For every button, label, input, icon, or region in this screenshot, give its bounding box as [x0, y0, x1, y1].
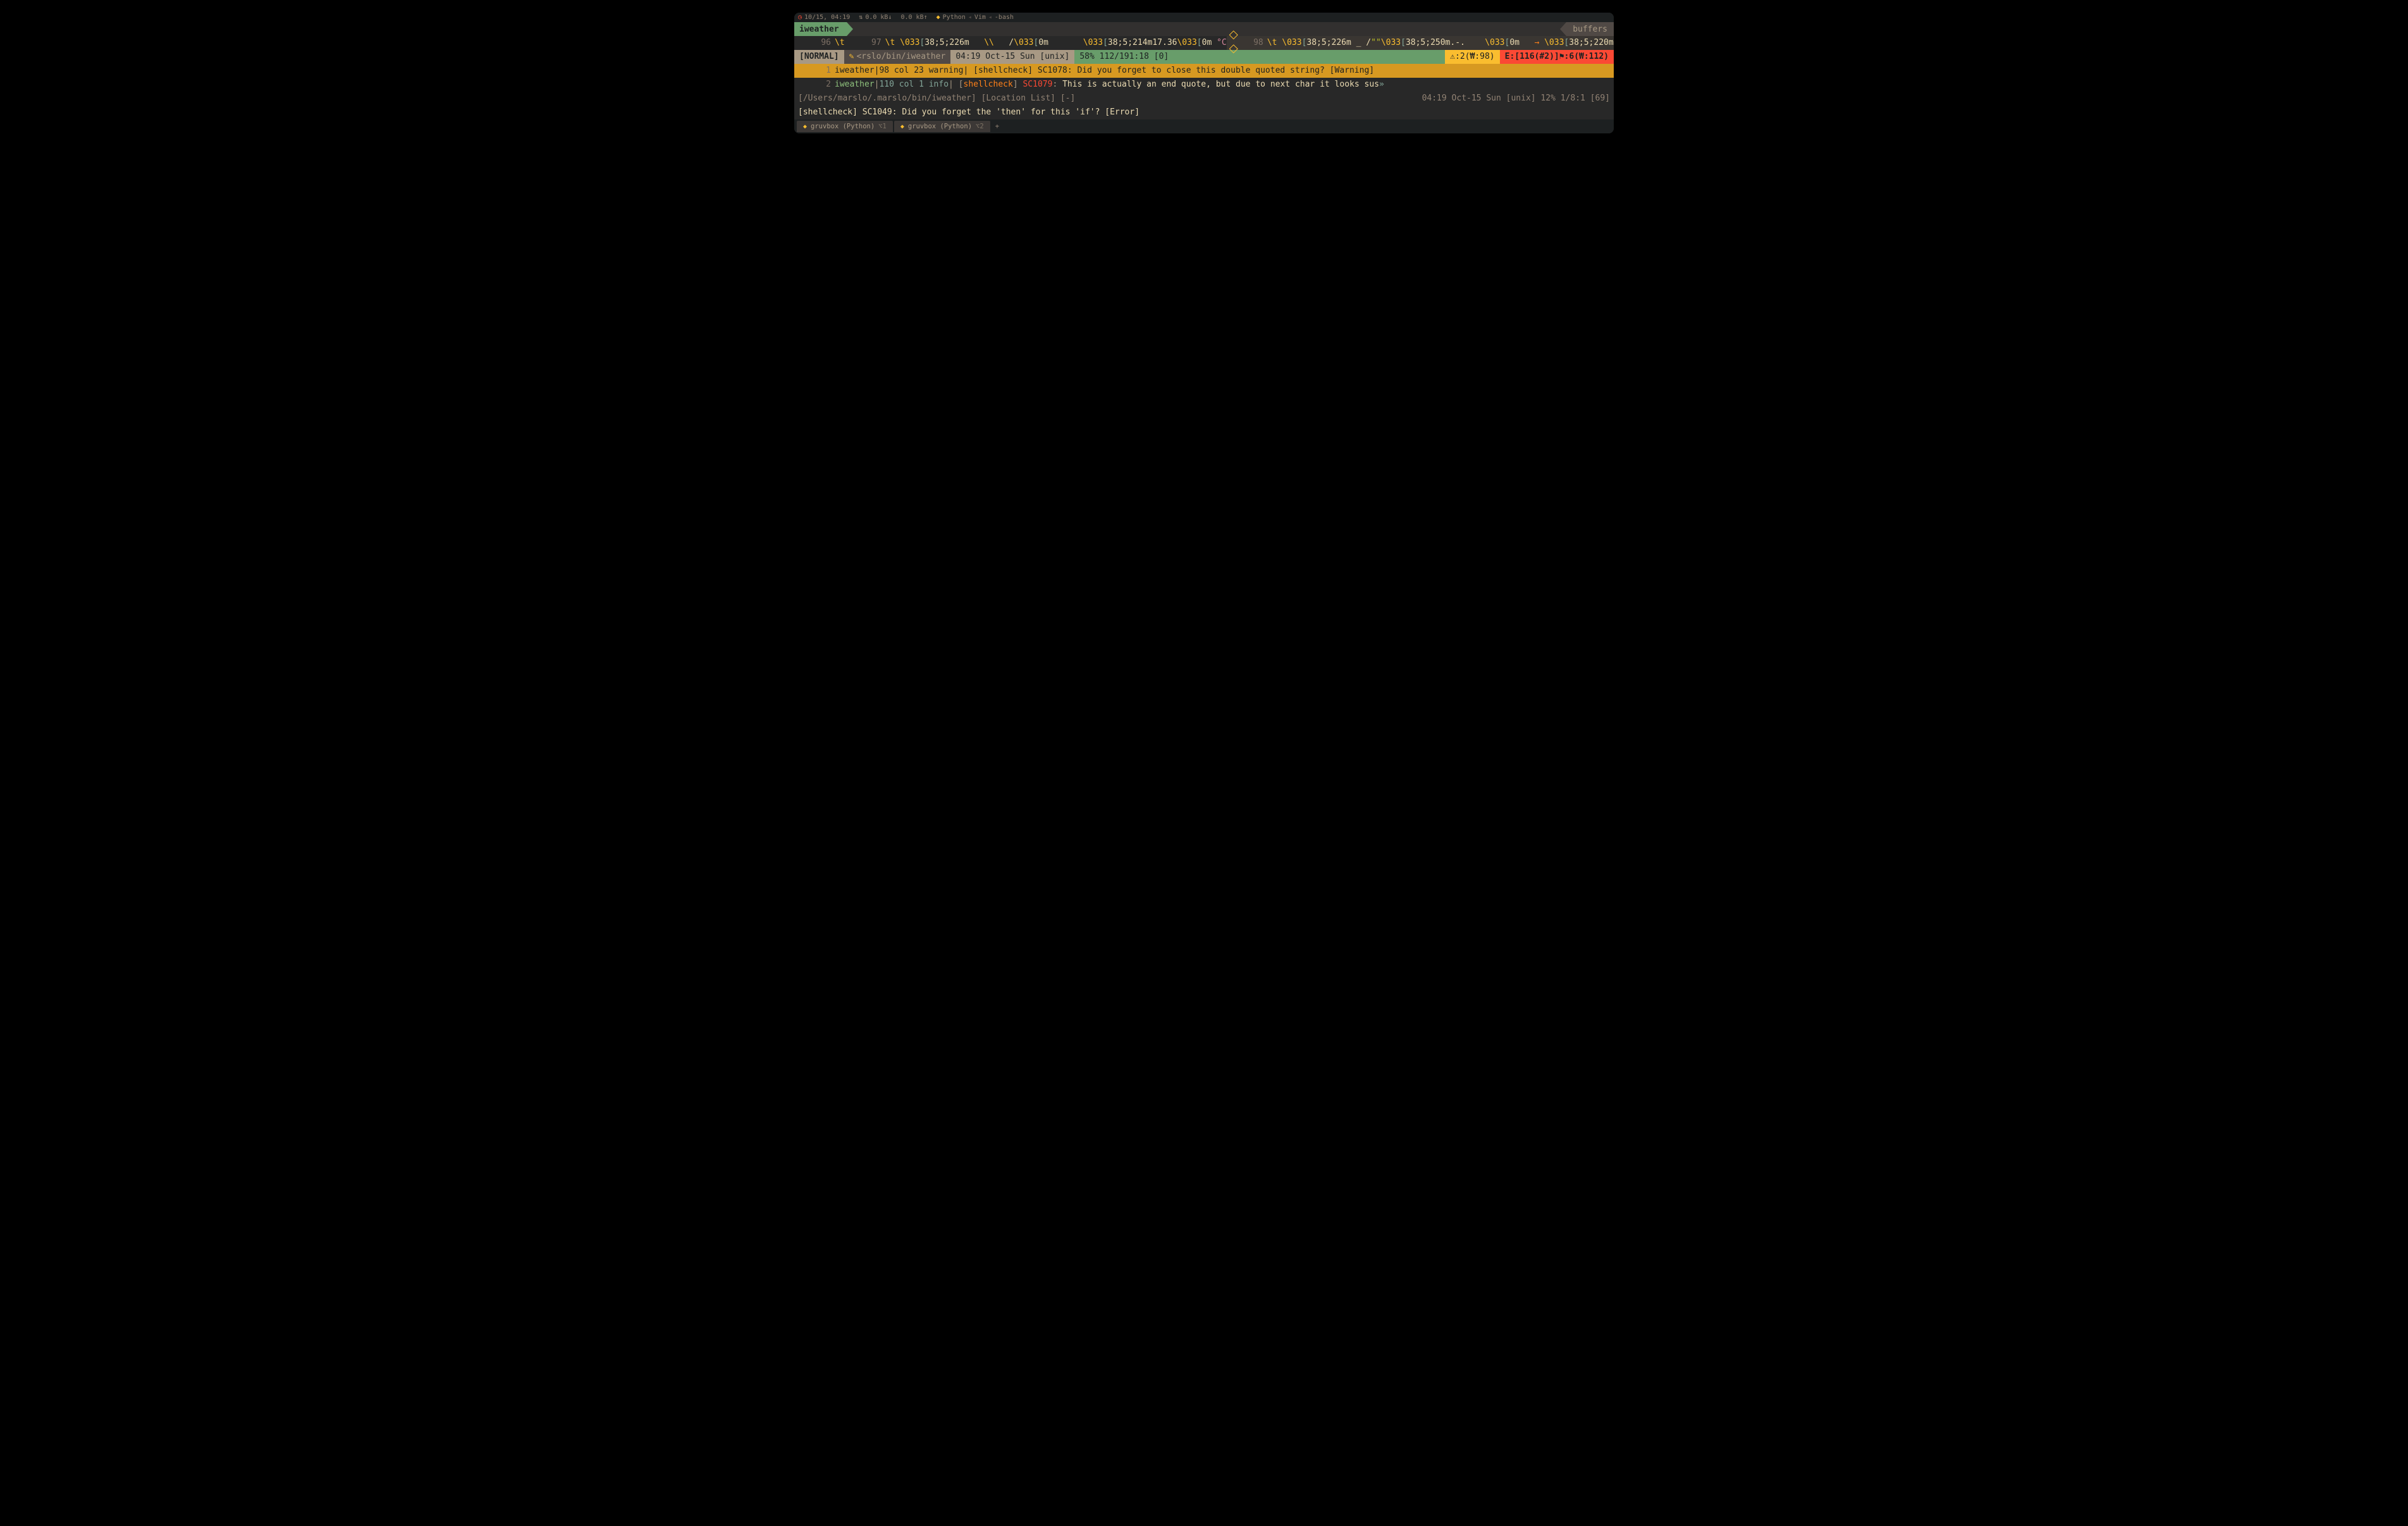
net-down: ⇅ 0.0 kB↓: [859, 14, 892, 21]
mode-indicator: [NORMAL]: [794, 50, 844, 64]
editor-pane[interactable]: 96\t97\t \033[38;5;226m \\ /\033[0m \033…: [794, 36, 1614, 50]
code-text: \t: [835, 36, 845, 50]
warning-count-segment[interactable]: ⚠:2(₩:98): [1445, 50, 1499, 64]
code-line[interactable]: 97\t \033[38;5;226m \\ /\033[0m \033[38;…: [845, 36, 1227, 50]
position-segment: 58% 112/191:18 [0]: [1074, 50, 1445, 64]
location-list-item[interactable]: 1iweather|98 col 23 warning| [shellcheck…: [794, 64, 1614, 78]
chevron-left-icon: ◂: [968, 14, 972, 21]
command-line-text: [shellcheck] SC1049: Did you forget the …: [798, 107, 1140, 117]
warning-sign-icon: [1229, 44, 1238, 53]
app-tab-label: gruvbox (Python): [908, 123, 972, 130]
warning-sign-icon: [1229, 30, 1238, 39]
buffer-tab-bar: iweather buffers: [794, 22, 1614, 36]
code-text: \t \033[38;5;226m \\ /\033[0m \033[38;5;…: [885, 36, 1227, 50]
file-icon: ✎: [849, 50, 854, 64]
location-list-status: [/Users/marslo/.marslo/bin/iweather] [Lo…: [794, 92, 1614, 106]
lang-crumb: ◆ Python ◂ Vim ◂ -bash: [937, 14, 1014, 21]
terminal-window: ◷ 10/15, 04:19 ⇅ 0.0 kB↓ 0.0 kB↑ ◆ Pytho…: [794, 13, 1614, 133]
command-line[interactable]: [shellcheck] SC1049: Did you forget the …: [794, 106, 1614, 119]
app-tab[interactable]: ◆ gruvbox (Python) ⌥2: [894, 121, 990, 132]
app-tab[interactable]: ◆ gruvbox (Python)⌥1: [797, 121, 893, 132]
statusline: [NORMAL] ✎ <rslo/bin/iweather 04:19 Oct-…: [794, 50, 1614, 64]
line-number: 98: [1241, 36, 1267, 50]
python-icon: ◆: [937, 14, 940, 21]
time-segment: 04:19 Oct-15 Sun [unix]: [950, 50, 1074, 64]
code-line[interactable]: 96\t: [794, 36, 845, 50]
sign-column: [1227, 29, 1241, 57]
error-count-segment[interactable]: E:[116(#2)]⚑:6(₩:112): [1500, 50, 1614, 64]
python-icon: ◆: [803, 123, 807, 130]
loclist-path: [/Users/marslo/.marslo/bin/iweather] [Lo…: [798, 92, 1075, 106]
clock-icon: ◷: [798, 14, 802, 21]
location-list[interactable]: 1iweather|98 col 23 warning| [shellcheck…: [794, 64, 1614, 92]
buffers-indicator[interactable]: buffers: [1566, 22, 1614, 36]
buffer-tab-active[interactable]: iweather: [794, 22, 847, 36]
python-icon: ◆: [900, 123, 904, 130]
net-up: 0.0 kB↑: [900, 14, 927, 21]
loclist-line-number: 2: [794, 78, 835, 92]
terminal-app-tabs: ◆gruvbox (Python)⌥1◆gruvbox (Python)⌥2+: [794, 119, 1614, 133]
clock-text: 10/15, 04:19: [804, 14, 850, 21]
code-line[interactable]: 98\t \033[38;5;226m _ /""\033[38;5;250m.…: [1227, 36, 1614, 50]
loclist-text: iweather|98 col 23 warning| [shellcheck]…: [835, 64, 1614, 78]
loclist-position: 04:19 Oct-15 Sun [unix] 12% 1/8:1 [69]: [1422, 92, 1610, 106]
add-tab-button[interactable]: +: [992, 123, 1003, 130]
loclist-line-number: 1: [794, 64, 835, 78]
app-tab-shortcut: ⌥2: [976, 123, 984, 130]
buffers-label: buffers: [1573, 25, 1607, 34]
system-top-bar: ◷ 10/15, 04:19 ⇅ 0.0 kB↓ 0.0 kB↑ ◆ Pytho…: [794, 13, 1614, 22]
line-number: 97: [859, 36, 885, 50]
chevron-left-icon: ◂: [988, 14, 992, 21]
app-tab-shortcut: ⌥1: [878, 123, 887, 130]
file-path-segment: ✎ <rslo/bin/iweather: [844, 50, 951, 64]
loclist-text: iweather|110 col 1 info| [shellcheck] SC…: [835, 78, 1614, 92]
line-number: 96: [808, 36, 835, 50]
clock: ◷ 10/15, 04:19: [798, 14, 850, 21]
code-text: \t \033[38;5;226m _ /""\033[38;5;250m.-.…: [1267, 36, 1614, 50]
buffer-tab-label: iweather: [799, 25, 839, 34]
app-tab-label: gruvbox (Python): [811, 123, 875, 130]
location-list-item[interactable]: 2iweather|110 col 1 info| [shellcheck] S…: [794, 78, 1614, 92]
